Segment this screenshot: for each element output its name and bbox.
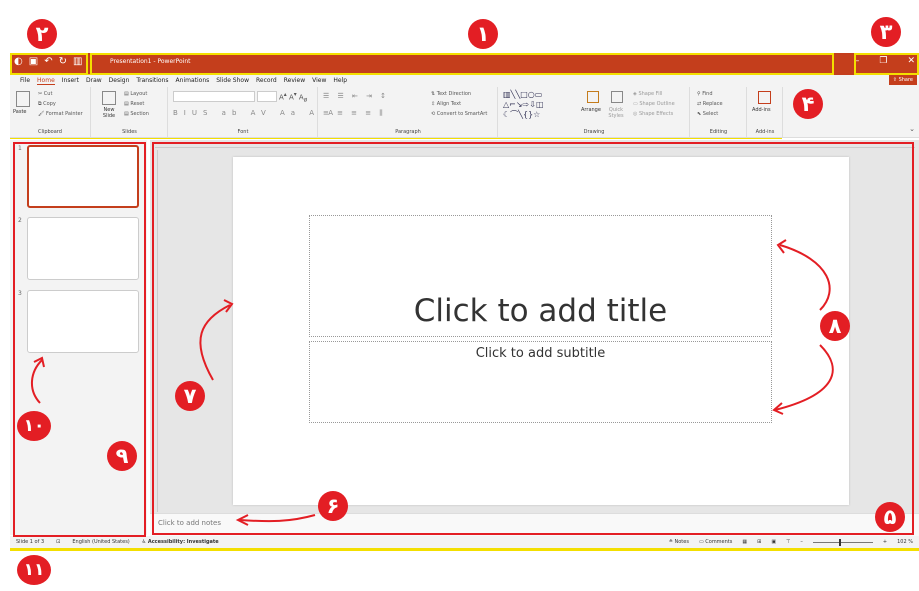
arrow-to-notes — [239, 514, 316, 523]
arrow-to-title-placeholder — [779, 244, 831, 311]
annotation-badge-3: ٣ — [871, 17, 901, 47]
annotation-badge-8: ٨ — [820, 311, 850, 341]
arrow-to-subtitle-placeholder — [774, 344, 834, 411]
annotation-badge-11: ١١ — [17, 555, 51, 585]
arrow-to-thumbnail — [31, 359, 43, 404]
annotation-badge-5: ۵ — [875, 502, 905, 532]
arrow-to-workspace — [199, 304, 231, 381]
annotation-badge-7: ٧ — [175, 381, 205, 411]
annotation-badge-1: ١ — [468, 19, 498, 49]
annotation-badge-4: ۴ — [793, 89, 823, 119]
annotation-badge-9: ٩ — [107, 441, 137, 471]
annotation-badge-10: ١٠ — [17, 411, 51, 441]
annotation-badge-2: ٢ — [27, 19, 57, 49]
annotation-arrows — [31, 239, 834, 526]
annotation-badge-6: ۶ — [318, 491, 348, 521]
